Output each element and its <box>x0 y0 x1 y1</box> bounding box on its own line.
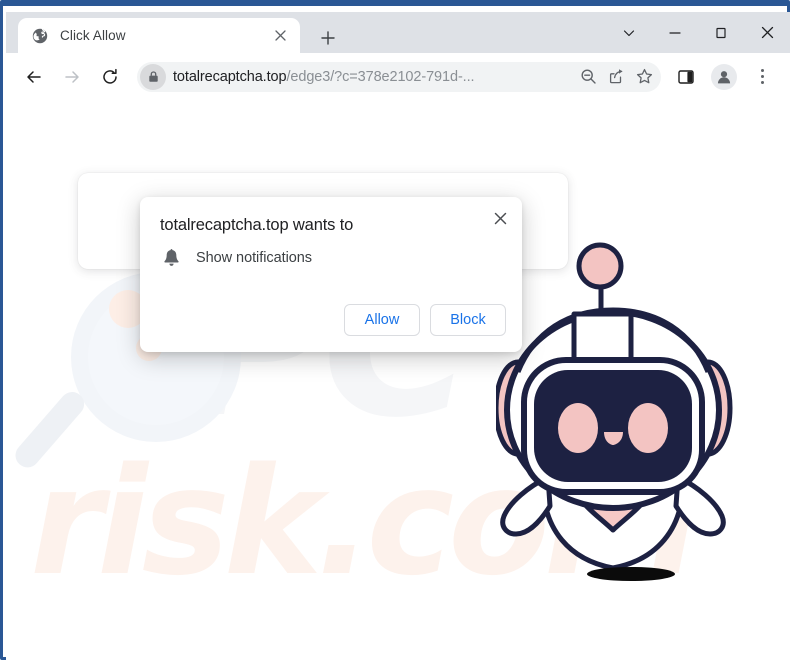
dialog-title: totalrecaptcha.top wants to <box>160 216 354 234</box>
address-bar[interactable]: totalrecaptcha.top/edge3/?c=378e2102-791… <box>137 61 661 92</box>
block-button[interactable]: Block <box>430 304 506 336</box>
lock-icon[interactable] <box>140 63 166 90</box>
notification-permission-dialog: totalrecaptcha.top wants to Show notific… <box>140 197 522 352</box>
profile-avatar-icon[interactable] <box>709 62 739 92</box>
share-icon[interactable] <box>603 64 629 90</box>
url-text: totalrecaptcha.top/edge3/?c=378e2102-791… <box>173 69 573 85</box>
robot-mascot-icon <box>493 230 746 571</box>
tab-close-icon[interactable] <box>270 26 290 46</box>
browser-tab[interactable]: Click Allow <box>18 18 300 53</box>
bell-icon <box>160 249 182 267</box>
close-icon[interactable] <box>744 12 790 53</box>
permission-label: Show notifications <box>196 250 312 266</box>
forward-arrow-icon <box>57 62 87 92</box>
watermark-magnifier-handle <box>10 387 90 473</box>
url-path: /edge3/?c=378e2102-791d-... <box>286 68 475 85</box>
kebab-menu-icon[interactable] <box>747 62 777 92</box>
permission-row: Show notifications <box>160 249 312 267</box>
zoom-search-icon[interactable] <box>575 64 601 90</box>
side-panel-icon[interactable] <box>671 62 701 92</box>
browser-window: Click Allow totalrecaptcha.top/edge3/?c=… <box>0 0 790 663</box>
tab-strip: Click Allow <box>6 12 790 53</box>
omnibox-actions <box>573 64 657 90</box>
url-domain: totalrecaptcha.top <box>173 68 287 85</box>
tab-title: Click Allow <box>60 28 126 43</box>
avatar[interactable] <box>711 63 737 90</box>
robot-shadow <box>587 567 675 581</box>
minimize-icon[interactable] <box>652 12 698 53</box>
kebab-dots <box>749 64 775 90</box>
reload-icon[interactable] <box>95 62 125 92</box>
back-arrow-icon[interactable] <box>19 62 49 92</box>
new-tab-button[interactable] <box>314 24 342 52</box>
window-controls <box>606 12 790 53</box>
star-icon[interactable] <box>631 64 657 90</box>
maximize-icon[interactable] <box>698 12 744 53</box>
dialog-actions: Allow Block <box>344 304 506 336</box>
globe-icon <box>32 28 48 44</box>
dialog-close-icon[interactable] <box>486 204 514 232</box>
chevron-down-icon[interactable] <box>606 12 652 53</box>
page-viewport: PC risk.com <box>6 100 790 663</box>
allow-button[interactable]: Allow <box>344 304 420 336</box>
browser-toolbar: totalrecaptcha.top/edge3/?c=378e2102-791… <box>6 53 790 100</box>
